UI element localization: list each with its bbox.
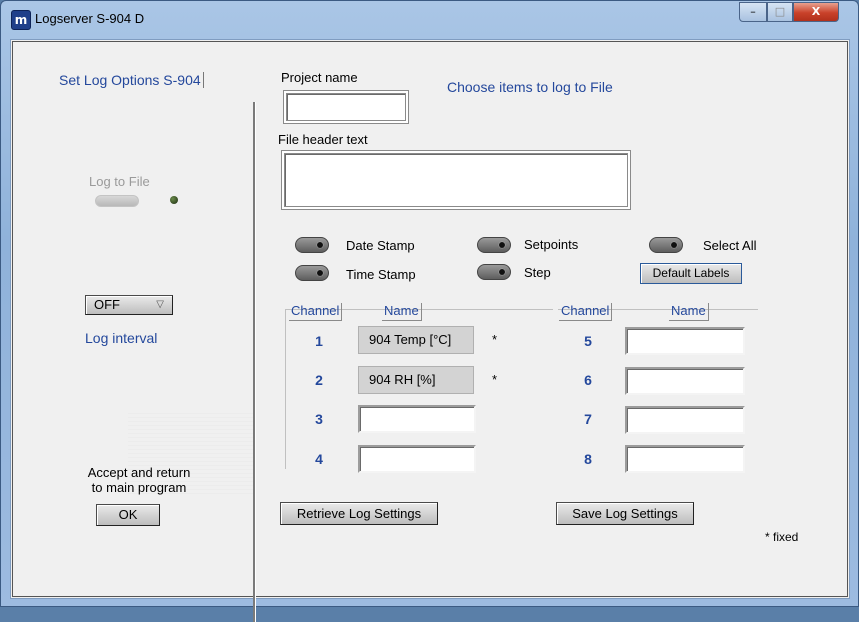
- select-all-label: Select All: [703, 238, 757, 253]
- project-name-label: Project name: [281, 70, 358, 85]
- setpoints-toggle[interactable]: [477, 237, 511, 253]
- file-header-label: File header text: [278, 132, 368, 147]
- channel-name-input[interactable]: [625, 367, 745, 395]
- chevron-down-icon: ▽: [156, 299, 164, 310]
- channel-number: 7: [584, 411, 592, 427]
- channel-number: 6: [584, 372, 592, 388]
- log-interval-dropdown[interactable]: OFF ▽: [85, 295, 173, 315]
- close-button[interactable]: X: [793, 2, 839, 22]
- default-labels-button[interactable]: Default Labels: [640, 263, 742, 284]
- accept-text-line-2: to main program: [91, 480, 187, 495]
- channel-number: 5: [584, 333, 592, 349]
- group-left-line: [285, 309, 286, 469]
- choose-items-label: Choose items to log to File: [447, 79, 613, 95]
- log-to-file-label: Log to File: [89, 174, 150, 189]
- channel-number: 3: [315, 411, 323, 427]
- fixed-marker: *: [492, 332, 498, 347]
- ok-button[interactable]: OK: [96, 504, 160, 526]
- set-log-options-title: Set Log Options S-904: [59, 72, 204, 88]
- panel-divider: [253, 102, 256, 622]
- channel-name-input[interactable]: [358, 405, 476, 433]
- log-interval-value: OFF: [94, 297, 120, 312]
- date-stamp-label: Date Stamp: [346, 238, 415, 253]
- time-stamp-toggle[interactable]: [295, 265, 329, 281]
- panel-frame: Set Log Options S-904 Log to File OFF ▽ …: [12, 41, 848, 622]
- channel-name-input[interactable]: [625, 406, 745, 434]
- fixed-footnote: * fixed: [765, 530, 799, 544]
- step-label: Step: [524, 265, 551, 280]
- date-stamp-toggle[interactable]: [295, 237, 329, 253]
- channel-header-left: Channel: [289, 303, 343, 321]
- app-window: m Logserver S-904 D – □ X Set Log Option…: [0, 0, 859, 622]
- channel-number: 2: [315, 372, 323, 388]
- channel-number: 1: [315, 333, 323, 349]
- channel-name-input[interactable]: [625, 327, 745, 355]
- name-header-right: Name: [669, 303, 709, 321]
- file-header-input[interactable]: [281, 150, 631, 210]
- select-all-toggle[interactable]: [649, 237, 683, 253]
- project-name-input[interactable]: [283, 90, 409, 124]
- minimize-button[interactable]: –: [739, 2, 767, 22]
- step-toggle[interactable]: [477, 264, 511, 280]
- channel-header-right: Channel: [559, 303, 613, 321]
- maximize-button[interactable]: □: [767, 2, 793, 22]
- setpoints-label: Setpoints: [524, 237, 579, 252]
- channel-number: 8: [584, 451, 592, 467]
- name-header-left: Name: [382, 303, 422, 321]
- channel-name-fixed: 904 Temp [°C]: [358, 326, 474, 354]
- accept-text-line-1: Accept and return: [87, 465, 191, 480]
- app-icon: m: [11, 10, 31, 30]
- channel-name-fixed: 904 RH [%]: [358, 366, 474, 394]
- save-log-settings-button[interactable]: Save Log Settings: [556, 502, 694, 525]
- channel-name-input[interactable]: [358, 445, 476, 473]
- channel-number: 4: [315, 451, 323, 467]
- title-bar[interactable]: m Logserver S-904 D – □ X: [1, 1, 858, 39]
- channel-name-input[interactable]: [625, 445, 745, 473]
- fixed-marker: *: [492, 372, 498, 387]
- client-area: Set Log Options S-904 Log to File OFF ▽ …: [10, 39, 850, 622]
- retrieve-log-settings-button[interactable]: Retrieve Log Settings: [280, 502, 438, 525]
- log-to-file-indicator: [170, 196, 178, 204]
- time-stamp-label: Time Stamp: [346, 267, 416, 282]
- log-interval-label: Log interval: [85, 330, 158, 346]
- log-to-file-toggle[interactable]: [95, 195, 139, 207]
- accept-return-text: Accept and return to main program: [79, 465, 199, 495]
- window-title: Logserver S-904 D: [35, 11, 145, 26]
